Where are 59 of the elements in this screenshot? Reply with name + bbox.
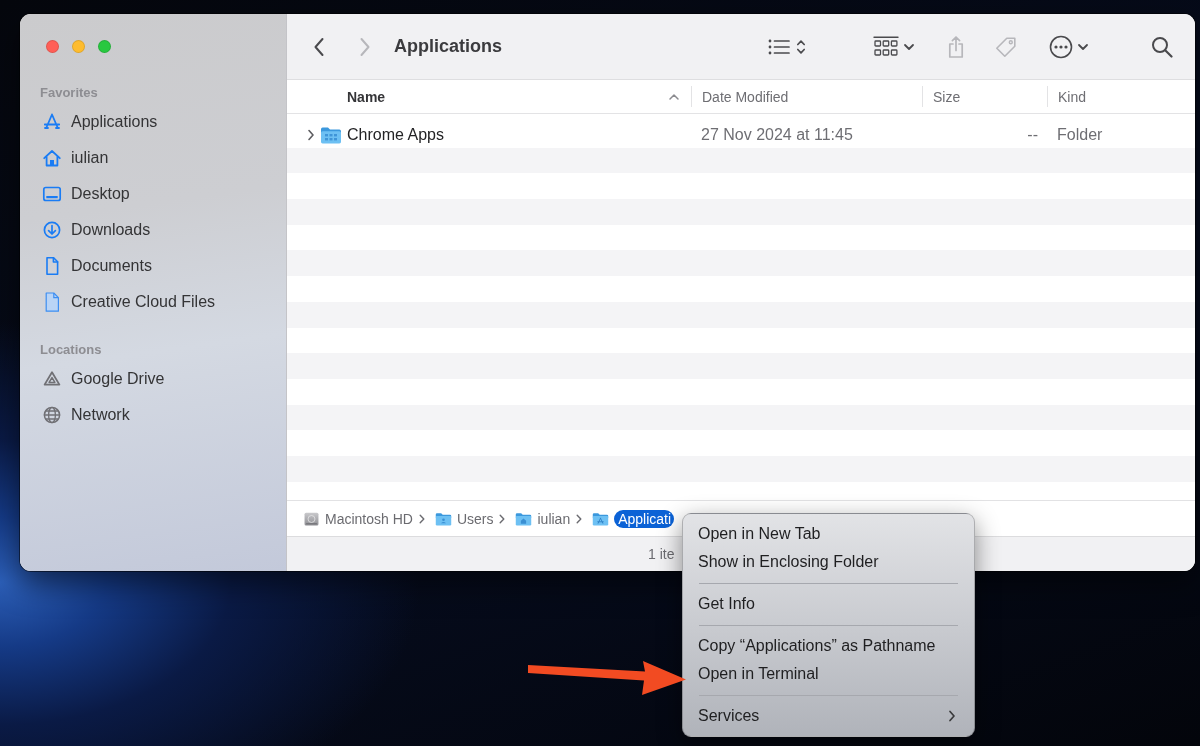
menu-item[interactable]: Open in New Tab xyxy=(689,520,968,548)
file-kind: Folder xyxy=(1057,125,1103,144)
column-header[interactable]: Size xyxy=(922,86,1047,107)
modified-date: 27 Nov 2024 at 11:45 xyxy=(701,125,853,144)
screen-icon xyxy=(42,184,62,204)
share-icon xyxy=(946,34,966,59)
path-item[interactable]: Applicati xyxy=(614,509,675,528)
sidebar-item[interactable]: Desktop xyxy=(30,176,276,212)
path-item[interactable]: iulian xyxy=(537,509,571,528)
grid-icon xyxy=(873,35,899,58)
folder-icon xyxy=(320,125,342,144)
globe-icon xyxy=(42,405,62,425)
group-button[interactable] xyxy=(873,35,915,58)
chevron-left-icon xyxy=(313,36,325,57)
menu-item[interactable]: Get Info xyxy=(689,590,968,618)
ellipsis-circle-icon xyxy=(1049,34,1073,59)
tag-icon xyxy=(994,34,1018,59)
folder-icon xyxy=(592,511,610,526)
file-name: Chrome Apps xyxy=(347,125,444,144)
sidebar-item[interactable]: Creative Cloud Files xyxy=(30,284,276,320)
section-heading: Locations xyxy=(40,341,102,359)
sidebar-item[interactable]: Network xyxy=(30,397,276,433)
path-item[interactable]: Macintosh HD xyxy=(325,509,413,528)
folder-icon xyxy=(515,511,533,526)
section-heading: Favorites xyxy=(40,84,98,102)
sidebar-item[interactable]: Google Drive xyxy=(30,361,276,397)
caret-icon xyxy=(903,42,915,51)
chevron-right-icon xyxy=(418,513,425,524)
disclosure-chevron-icon[interactable] xyxy=(307,128,315,141)
down-arrow-circle-icon xyxy=(42,220,62,240)
menu-item[interactable]: Show in Enclosing Folder xyxy=(689,548,968,576)
search-button[interactable] xyxy=(1151,35,1173,58)
chevron-right-icon xyxy=(359,36,371,57)
column-header[interactable]: Kind xyxy=(1047,86,1195,107)
search-icon xyxy=(1151,35,1173,58)
hard-drive-icon xyxy=(303,511,320,526)
column-header[interactable]: Date Modified xyxy=(691,86,922,107)
folder-icon xyxy=(434,511,452,526)
sidebar-item[interactable]: Downloads xyxy=(30,212,276,248)
caret-icon xyxy=(1077,42,1089,51)
triangle-icon xyxy=(42,369,62,389)
chevron-right-icon xyxy=(948,710,956,722)
menu-item[interactable]: Services xyxy=(689,702,968,730)
status-text: 1 ite xyxy=(648,546,675,562)
column-header[interactable]: Name xyxy=(287,86,691,107)
letter-a-icon xyxy=(42,112,62,132)
file-size: -- xyxy=(1027,125,1038,144)
sidebar-item[interactable]: iulian xyxy=(30,140,276,176)
menu-item[interactable]: Open in Terminal xyxy=(689,660,968,688)
menu-item[interactable]: Copy “Applications” as Pathname xyxy=(689,632,968,660)
more-button[interactable] xyxy=(1049,34,1089,59)
chevron-right-icon xyxy=(499,513,506,524)
back-button[interactable] xyxy=(313,36,325,57)
sidebar-item[interactable]: Documents xyxy=(30,248,276,284)
sidebar-item[interactable]: Applications xyxy=(30,104,276,140)
path-item[interactable]: Users xyxy=(456,509,494,528)
window-title: Applications xyxy=(394,36,502,57)
chevron-right-icon xyxy=(576,513,583,524)
house-icon xyxy=(42,148,62,168)
